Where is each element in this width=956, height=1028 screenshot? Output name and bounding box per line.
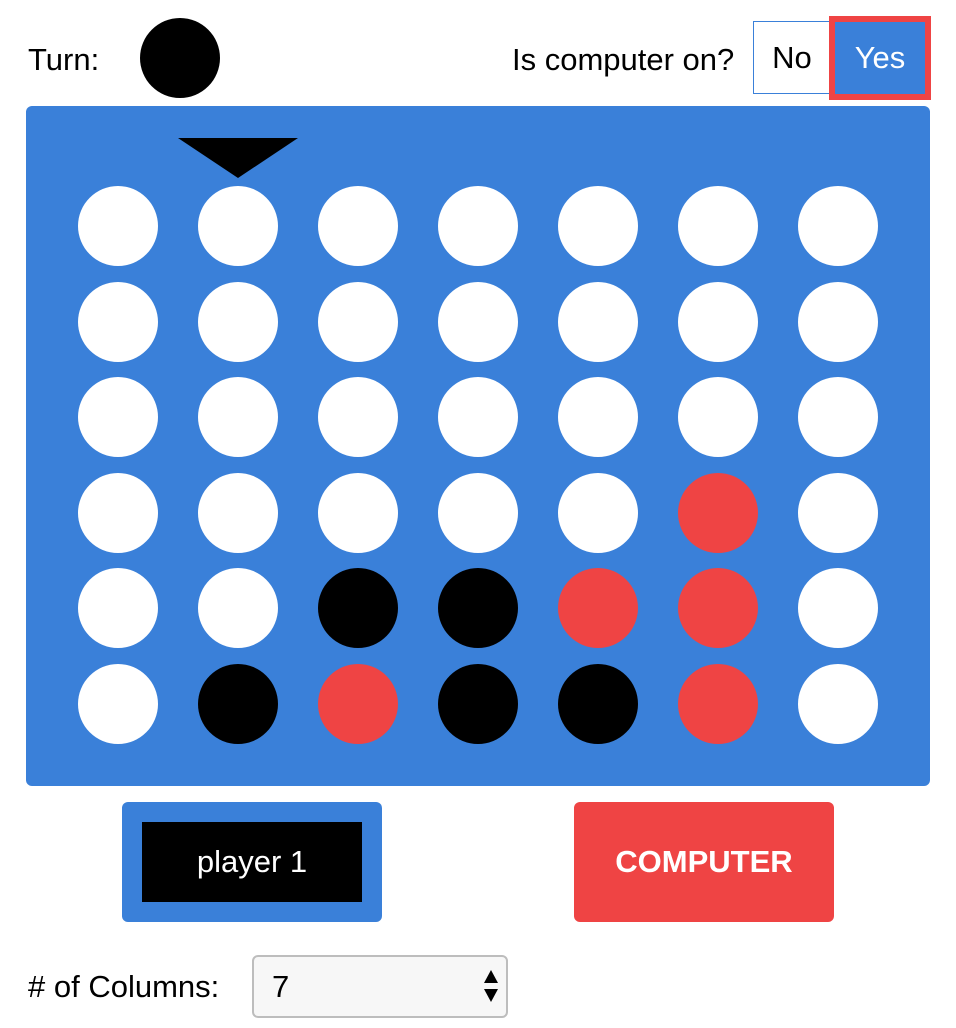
board-cell-r1-c2[interactable] (318, 282, 398, 362)
board-cell-r0-c4[interactable] (558, 186, 638, 266)
board-cell-r2-c4[interactable] (558, 377, 638, 457)
drop-column-indicator-icon (178, 138, 298, 178)
board-cell-r5-c3[interactable] (438, 664, 518, 744)
connect-four-page: Turn: Is computer on? No Yes player 1 CO… (0, 0, 956, 1028)
board-cell-r2-c6[interactable] (798, 377, 878, 457)
computer-on-button[interactable]: Yes (829, 16, 931, 100)
board-cell-r5-c2[interactable] (318, 664, 398, 744)
player1-label: player 1 (142, 822, 362, 902)
board-cell-r4-c3[interactable] (438, 568, 518, 648)
board-cell-r4-c4[interactable] (558, 568, 638, 648)
select-arrows-icon (484, 970, 498, 1004)
board-cell-r3-c0[interactable] (78, 473, 158, 553)
board-cell-r3-c5[interactable] (678, 473, 758, 553)
board-cell-r3-c3[interactable] (438, 473, 518, 553)
board-cell-r4-c1[interactable] (198, 568, 278, 648)
board-cell-r5-c1[interactable] (198, 664, 278, 744)
board-cell-r5-c4[interactable] (558, 664, 638, 744)
player2-panel: COMPUTER (574, 802, 834, 922)
board-cell-r1-c5[interactable] (678, 282, 758, 362)
player1-panel: player 1 (122, 802, 382, 922)
board-cell-r1-c6[interactable] (798, 282, 878, 362)
board-cell-r1-c3[interactable] (438, 282, 518, 362)
board-cell-r4-c5[interactable] (678, 568, 758, 648)
board-cell-r0-c5[interactable] (678, 186, 758, 266)
turn-disc-indicator (140, 18, 220, 98)
board-cell-r2-c0[interactable] (78, 377, 158, 457)
board-cell-r0-c6[interactable] (798, 186, 878, 266)
board-cell-r3-c1[interactable] (198, 473, 278, 553)
columns-label: # of Columns: (28, 969, 220, 1004)
board-cell-r2-c2[interactable] (318, 377, 398, 457)
board-cell-r3-c6[interactable] (798, 473, 878, 553)
board-cell-r0-c2[interactable] (318, 186, 398, 266)
turn-label: Turn: (28, 42, 100, 77)
computer-toggle-label: Is computer on? (512, 42, 735, 77)
board-cell-r5-c5[interactable] (678, 664, 758, 744)
board-cell-r3-c2[interactable] (318, 473, 398, 553)
board-cell-r3-c4[interactable] (558, 473, 638, 553)
board-cell-r4-c0[interactable] (78, 568, 158, 648)
board-cell-r0-c1[interactable] (198, 186, 278, 266)
board-cell-r5-c0[interactable] (78, 664, 158, 744)
board-cell-r4-c2[interactable] (318, 568, 398, 648)
board-cell-r5-c6[interactable] (798, 664, 878, 744)
board-cell-r1-c0[interactable] (78, 282, 158, 362)
board-cell-r1-c1[interactable] (198, 282, 278, 362)
columns-select[interactable]: 7 (252, 955, 508, 1018)
board-cell-r2-c1[interactable] (198, 377, 278, 457)
board-cell-r1-c4[interactable] (558, 282, 638, 362)
board-cell-r0-c3[interactable] (438, 186, 518, 266)
game-board (26, 106, 930, 786)
computer-off-button[interactable]: No (753, 21, 831, 94)
board-cell-r4-c6[interactable] (798, 568, 878, 648)
columns-select-value: 7 (272, 969, 290, 1004)
board-cell-r2-c5[interactable] (678, 377, 758, 457)
board-cell-r0-c0[interactable] (78, 186, 158, 266)
board-cell-r2-c3[interactable] (438, 377, 518, 457)
